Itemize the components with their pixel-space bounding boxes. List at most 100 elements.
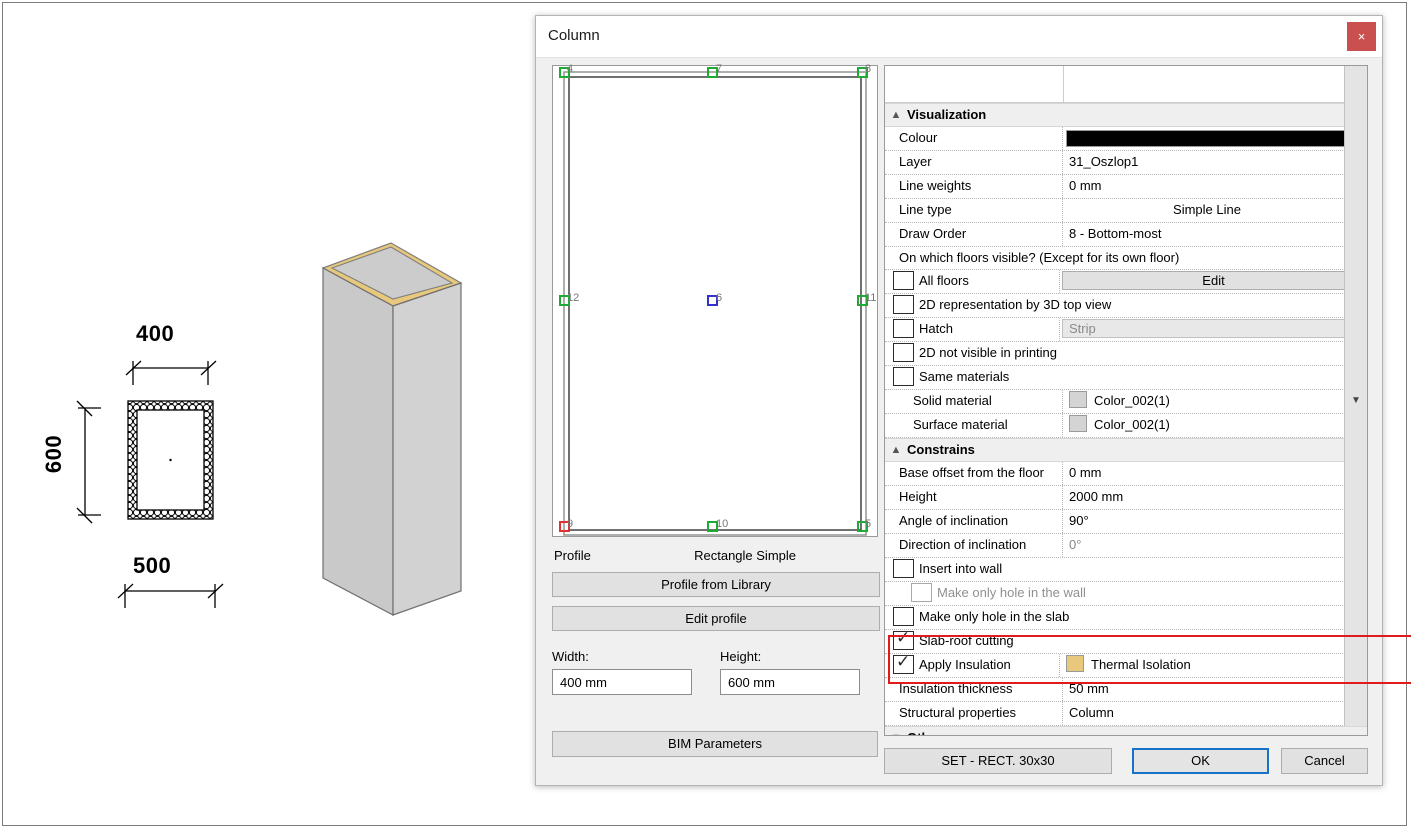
row-height-value[interactable]: 2000 mm [1063,486,1367,509]
row-direction-inclination[interactable]: Direction of inclination 0° [885,534,1367,558]
chevron-down-icon-structural[interactable]: ▼ [1344,66,1367,735]
insulation-material-name: Thermal Isolation [1091,657,1191,672]
checkbox-all-floors[interactable] [893,271,914,290]
width-label: Width: [552,649,589,664]
row-2d-not-visible-printing[interactable]: 2D not visible in printing [885,342,1367,366]
checkbox-insert-into-wall[interactable] [893,559,914,578]
section-constrains[interactable]: ▲ Constrains [885,438,1367,462]
label-insert-into-wall: Insert into wall [919,561,1003,576]
row-surface-material-value[interactable]: Color_002(1) [1063,414,1367,437]
row-angle-inclination-value[interactable]: 90° [1063,510,1367,533]
insulation-material-swatch[interactable] [1066,655,1084,672]
checkbox-2d-representation[interactable] [893,295,914,314]
section-visualization[interactable]: ▲ Visualization [885,103,1367,127]
row-hatch[interactable]: Hatch Strip [885,318,1367,342]
row-2d-representation[interactable]: 2D representation by 3D top view [885,294,1367,318]
row-structural-properties-value[interactable]: Column [1063,702,1367,725]
column-properties-dialog[interactable]: Column × 4 7 8 12 6 11 9 10 5 Profile Re… [535,15,1411,786]
row-direction-inclination-value[interactable]: 0° [1063,534,1367,557]
insulation-material-control[interactable]: Thermal Isolation [1059,654,1367,677]
colour-swatch[interactable] [1066,130,1363,147]
profile-pane: 4 7 8 12 6 11 9 10 5 Profile Rectangle S… [552,63,880,771]
section-other[interactable]: ▼ Other [885,726,1367,735]
row-apply-insulation[interactable]: ✓ Apply Insulation Thermal Isolation [885,653,1367,678]
width-input[interactable] [552,669,692,695]
row-draw-order-value[interactable]: 8 - Bottom-most [1063,223,1367,246]
cancel-button[interactable]: Cancel [1281,748,1368,774]
plan-dim-left: 600 [41,434,67,474]
row-line-weights-value[interactable]: 0 mm [1063,175,1367,198]
row-slab-roof-cutting[interactable]: ✓ Slab-roof cutting [885,629,1367,654]
row-insert-into-wall[interactable]: Insert into wall [885,558,1367,582]
profile-node-label-9: 9 [567,518,574,530]
property-grid[interactable]: ▲ Visualization Colour Layer 31_Oszlop1 … [884,65,1368,736]
row-base-offset-value[interactable]: 0 mm [1063,462,1367,485]
all-floors-control[interactable]: Edit [1059,270,1367,293]
cad-drawing-canvas[interactable]: 400 600 500 Column × 4 7 8 12 6 11 9 10 … [2,2,1411,826]
surface-material-swatch[interactable] [1069,415,1087,432]
row-height-label: Height [885,486,1063,509]
row-surface-material[interactable]: Surface material Color_002(1) [885,414,1367,438]
checkbox-apply-insulation[interactable]: ✓ [893,653,914,674]
row-insulation-thickness-label: Insulation thickness [885,678,1063,701]
row-layer[interactable]: Layer 31_Oszlop1 ▼ [885,66,1367,735]
close-icon[interactable]: × [1347,22,1376,51]
row-insulation-thickness-value[interactable]: 50 mm [1063,678,1367,701]
checkbox-same-materials[interactable] [893,367,914,386]
row-same-materials[interactable]: Same materials [885,366,1367,390]
height-field-group: Height: [720,649,860,695]
row-structural-properties[interactable]: Structural properties Column ▼ [885,66,1367,735]
plan-view-drawing: 400 600 500 [41,313,323,613]
checkbox-hatch[interactable] [893,319,914,338]
hatch-value-field[interactable]: Strip [1062,319,1365,338]
isometric-column-svg [321,242,463,616]
label-slab-roof-cutting: Slab-roof cutting [919,633,1014,648]
edit-floors-button[interactable]: Edit [1062,271,1365,290]
label-2d-representation: 2D representation by 3D top view [919,297,1112,312]
row-line-type[interactable]: Line type Simple Line ▼ [885,66,1367,735]
row-solid-material-label: Solid material [885,390,1063,413]
profile-preview-canvas[interactable]: 4 7 8 12 6 11 9 10 5 [552,63,878,537]
row-all-floors[interactable]: All floors Edit [885,270,1367,294]
profile-node-label-6: 6 [716,292,723,304]
row-colour-value[interactable] [1063,127,1367,150]
checkbox-slab-roof-cutting[interactable]: ✓ [893,629,914,650]
row-base-offset[interactable]: Base offset from the floor 0 mm ▼ [885,66,1367,735]
row-solid-material[interactable]: Solid material Color_002(1) [885,390,1367,414]
row-hole-in-wall[interactable]: Make only hole in the wall [885,582,1367,606]
height-input[interactable] [720,669,860,695]
ok-button[interactable]: OK [1132,748,1269,774]
row-colour[interactable]: Colour [885,127,1367,151]
chevron-down-icon-other: ▼ [889,727,903,735]
row-hole-in-slab[interactable]: Make only hole in the slab [885,606,1367,630]
checkbox-hole-in-wall[interactable] [911,583,932,602]
edit-profile-button[interactable]: Edit profile [552,606,880,631]
section-constrains-title: Constrains [907,442,975,457]
chevron-up-icon-constrains: ▲ [890,444,902,456]
row-solid-material-value[interactable]: Color_002(1) [1063,390,1367,413]
row-draw-order[interactable]: Draw Order 8 - Bottom-most ▼ [885,66,1367,735]
profile-type-row: Profile Rectangle Simple [552,548,880,563]
set-rect-button[interactable]: SET - RECT. 30x30 [884,748,1112,774]
label-2d-not-visible-printing: 2D not visible in printing [919,345,1058,360]
label-hatch: Hatch [919,321,953,336]
solid-material-swatch[interactable] [1069,391,1087,408]
row-line-type-value[interactable]: Simple Line [1063,199,1367,222]
row-height[interactable]: Height 2000 mm ▼ [885,66,1367,735]
isometric-column-view [303,233,503,623]
height-label: Height: [720,649,762,664]
row-angle-inclination-label: Angle of inclination [885,510,1063,533]
label-all-floors: All floors [919,273,969,288]
row-angle-inclination[interactable]: Angle of inclination 90° [885,510,1367,534]
checkbox-hole-in-slab[interactable] [893,607,914,626]
row-draw-order-label: Draw Order [885,223,1063,246]
profile-node-label-4: 4 [567,63,574,75]
profile-from-library-button[interactable]: Profile from Library [552,572,880,597]
row-layer-value[interactable]: 31_Oszlop1 [1063,151,1367,174]
dialog-titlebar[interactable]: Column × [536,16,1382,58]
label-hole-in-slab: Make only hole in the slab [919,609,1070,624]
row-insulation-thickness[interactable]: Insulation thickness 50 mm ▼ [885,66,1367,735]
hatch-control[interactable]: Strip [1059,318,1367,341]
checkbox-2d-not-visible-printing[interactable] [893,343,914,362]
row-line-weights[interactable]: Line weights 0 mm ▼ [885,66,1367,735]
